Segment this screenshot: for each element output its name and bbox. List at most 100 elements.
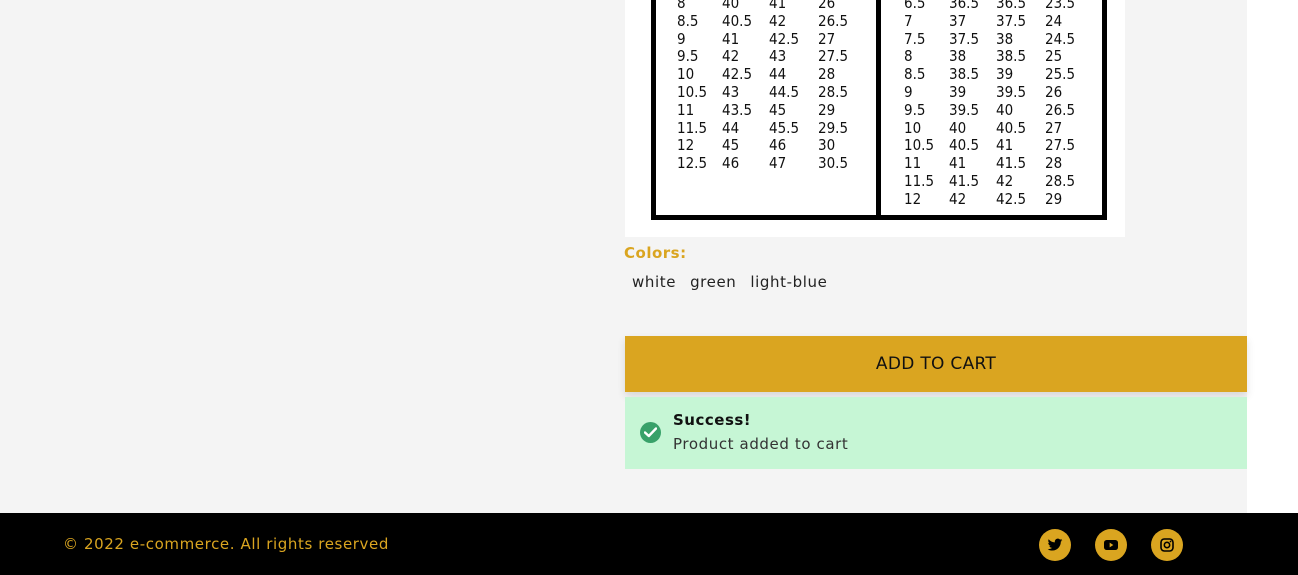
- size-chart-cell: 29: [818, 100, 836, 119]
- size-chart-row: 11.5 41.5 42 28.5: [904, 171, 1075, 191]
- color-options: white green light-blue: [632, 273, 827, 291]
- size-chart-cell: 26: [1045, 82, 1063, 101]
- size-chart-row: 11 41 41.5 28: [904, 154, 1075, 173]
- size-chart-row: 9 41 42.5 27: [677, 29, 848, 49]
- size-chart-row: 7 37 37.5 24: [904, 11, 1075, 31]
- size-chart-cell: 40.5: [722, 11, 753, 30]
- size-chart-row: 10 40 40.5 27: [904, 118, 1075, 138]
- size-chart-cell: 45: [722, 136, 740, 155]
- size-chart-cell: 42: [769, 11, 787, 30]
- size-chart-cell: 44: [769, 65, 787, 84]
- size-chart-cell: 10: [677, 65, 695, 84]
- size-chart-cell: 41.5: [949, 171, 980, 190]
- copyright-text: © 2022 e-commerce. All rights reserved: [63, 535, 389, 553]
- size-chart-cell: 12: [904, 189, 922, 208]
- size-chart-cell: 10.5: [677, 82, 708, 101]
- twitter-icon: [1047, 538, 1063, 551]
- size-chart-cell: 7.5: [904, 29, 926, 48]
- size-chart-row: 9.5 39.5 40 26.5: [904, 100, 1076, 120]
- check-circle-icon: [640, 422, 661, 443]
- size-chart-cell: 30: [818, 136, 836, 155]
- size-chart-cell: 8.5: [904, 65, 926, 84]
- size-chart-cell: 39.5: [949, 100, 980, 119]
- size-chart-row: 12 42 42.5 29: [904, 189, 1075, 209]
- size-chart-cell: 12.5: [677, 154, 708, 173]
- size-chart-divider: [876, 0, 881, 220]
- size-chart-row: 12.5 46 47 30.5: [677, 154, 849, 173]
- size-chart-row: 9.5 42 43 27.5: [677, 48, 848, 66]
- size-chart-cell: 8.5: [677, 11, 699, 30]
- size-chart-row: 9 39 39.5 26: [904, 82, 1075, 102]
- size-chart-cell: 29: [1045, 189, 1063, 208]
- size-chart-cell: 37: [949, 11, 967, 30]
- size-chart-cell: 43.5: [722, 100, 753, 119]
- size-chart-cell: 10: [904, 118, 922, 137]
- size-chart-cell: 27.5: [818, 47, 849, 66]
- size-chart-cell: 24.5: [1045, 29, 1076, 48]
- size-chart-cell: 42.5: [722, 65, 753, 84]
- size-chart-cell: 40.5: [949, 136, 980, 155]
- size-chart-cell: 39: [949, 82, 967, 101]
- size-chart-row: 7.5 37.5 38 24.5: [904, 29, 1076, 49]
- size-chart-cell: 40: [949, 118, 967, 137]
- size-chart-cell: 40.5: [996, 118, 1027, 137]
- size-chart-row: 8 40 41 26: [677, 0, 848, 13]
- size-chart-cell: 37.5: [996, 11, 1027, 30]
- alert-message: Product added to cart: [673, 435, 849, 453]
- size-chart-cell: 11: [904, 154, 922, 173]
- size-chart-cell: 9: [677, 29, 686, 48]
- size-chart-cell: 27: [1045, 118, 1063, 137]
- youtube-link[interactable]: [1095, 529, 1127, 561]
- size-chart-cell: 43: [722, 82, 740, 101]
- size-chart-cell: 7: [904, 11, 913, 30]
- instagram-link[interactable]: [1151, 529, 1183, 561]
- size-chart-cell: 46: [769, 136, 787, 155]
- color-option-light-blue[interactable]: light-blue: [750, 273, 827, 291]
- instagram-icon: [1160, 538, 1174, 552]
- size-chart-cell: 45: [769, 100, 787, 119]
- color-option-white[interactable]: white: [632, 273, 676, 291]
- right-margin: [1247, 0, 1298, 513]
- size-chart-row: 10.5 40.5 41 27.5: [904, 137, 1075, 155]
- size-chart-cell: 26.5: [818, 11, 849, 30]
- size-chart-row: 10 42.5 44 28: [677, 65, 848, 84]
- size-chart-cell: 24: [1045, 11, 1063, 30]
- size-chart-cell: 26: [818, 0, 836, 12]
- size-chart-cell: 23.5: [1045, 0, 1076, 12]
- size-chart-cell: 11.5: [904, 171, 935, 190]
- size-chart-cell: 28.5: [818, 82, 849, 101]
- youtube-icon: [1104, 540, 1118, 550]
- size-chart-row: 11 43.5 45 29: [677, 100, 848, 120]
- size-chart-row: 8.5 38.5 39 25.5: [904, 65, 1075, 84]
- size-chart-cell: 38.5: [996, 47, 1027, 66]
- size-chart-cell: 28: [1045, 154, 1063, 173]
- size-chart-cell: 46: [722, 154, 740, 173]
- size-chart-cell: 9.5: [904, 100, 926, 119]
- footer: © 2022 e-commerce. All rights reserved: [0, 513, 1298, 575]
- size-chart-cell: 37.5: [949, 29, 980, 48]
- size-chart-cell: 42.5: [769, 29, 800, 48]
- twitter-link[interactable]: [1039, 529, 1071, 561]
- success-alert: Success! Product added to cart: [625, 397, 1247, 469]
- size-chart-cell: 28: [818, 65, 836, 84]
- size-chart-cell: 39.5: [996, 82, 1027, 101]
- size-chart-cell: 26.5: [1045, 100, 1076, 119]
- size-chart-cell: 27: [818, 29, 836, 48]
- size-chart-row: 8.5 40.5 42 26.5: [677, 11, 849, 31]
- add-to-cart-button[interactable]: ADD TO CART: [625, 336, 1247, 392]
- size-chart-cell: 38: [996, 29, 1014, 48]
- size-chart-cell: 42: [949, 189, 967, 208]
- size-chart-cell: 42: [996, 171, 1014, 190]
- size-chart-cell: 8: [904, 47, 913, 66]
- size-chart-row: 11.5 44 45.5 29.5: [677, 118, 849, 138]
- size-chart-cell: 10.5: [904, 136, 935, 155]
- size-chart-cell: 29.5: [818, 118, 849, 137]
- size-chart-row: 12 45 46 30: [677, 137, 848, 155]
- size-chart-cell: 8: [677, 0, 686, 12]
- color-option-green[interactable]: green: [690, 273, 736, 291]
- size-chart-cell: 25: [1045, 47, 1063, 66]
- size-chart-cell: 41: [949, 154, 967, 173]
- size-chart-cell: 45.5: [769, 118, 800, 137]
- size-chart-image: 8 40 41 26 8.5 40.5 42 26.5 9 41 42.5 27 9.5 42 43 27.5…: [625, 0, 1125, 237]
- size-chart-cell: 30.5: [818, 154, 849, 173]
